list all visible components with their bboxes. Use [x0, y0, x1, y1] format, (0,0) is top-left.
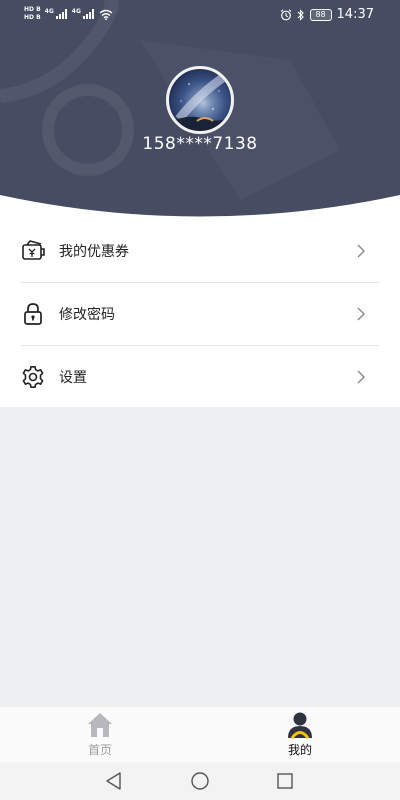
- chevron-right-icon: [357, 370, 365, 384]
- signal-icon: [55, 9, 67, 19]
- avatar-image: [169, 73, 231, 131]
- sim2-label: HD B: [24, 14, 41, 21]
- alarm-icon: [280, 8, 291, 20]
- network-type-2: 4G: [71, 7, 81, 15]
- user-icon: [288, 712, 312, 739]
- avatar[interactable]: [166, 66, 234, 134]
- bottom-tab-bar: 首页 我的: [0, 706, 400, 762]
- wifi-icon: [99, 9, 113, 20]
- menu-item-settings[interactable]: 设置: [0, 346, 400, 408]
- home-icon: [88, 713, 112, 737]
- back-icon[interactable]: [102, 769, 126, 793]
- tab-label: 首页: [87, 743, 112, 757]
- status-bar: HD B HD B 4G 4G 88 14:37: [0, 0, 400, 30]
- clock: 14:37: [336, 7, 374, 22]
- gear-icon: [22, 366, 44, 388]
- network-type-1: 4G: [44, 7, 54, 15]
- tab-home[interactable]: 首页: [70, 711, 130, 761]
- chevron-right-icon: [357, 307, 365, 321]
- bluetooth-icon: [297, 8, 304, 21]
- system-navigation-bar: [0, 762, 400, 800]
- chevron-right-icon: [357, 244, 365, 258]
- battery-indicator: 88: [309, 8, 332, 21]
- settings-menu: 我的优惠券 修改密码 设置: [0, 220, 400, 407]
- menu-item-label: 我的优惠券: [59, 244, 129, 260]
- profile-header: HD B HD B 4G 4G 88 14:37 158****7138: [0, 0, 400, 222]
- tab-mine[interactable]: 我的: [270, 711, 330, 761]
- recent-apps-icon[interactable]: [273, 769, 297, 793]
- menu-item-label: 修改密码: [59, 307, 115, 323]
- menu-item-coupons[interactable]: 我的优惠券: [0, 220, 400, 282]
- user-phone-number: 158****7138: [142, 134, 258, 154]
- home-circle-icon[interactable]: [188, 769, 212, 793]
- sim1-label: HD B: [24, 6, 41, 13]
- sim-indicator: HD B HD B: [24, 6, 41, 22]
- menu-item-label: 设置: [59, 370, 87, 386]
- menu-item-change-password[interactable]: 修改密码: [0, 283, 400, 345]
- lock-icon: [24, 303, 42, 325]
- signal-icon: [82, 9, 94, 19]
- tab-label: 我的: [287, 743, 312, 757]
- coupon-icon: [22, 240, 45, 260]
